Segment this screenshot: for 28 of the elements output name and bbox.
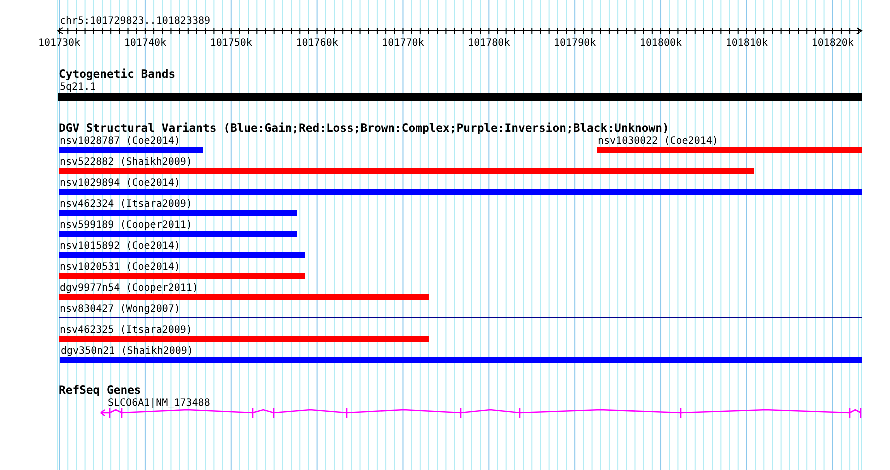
gene-label: SLCO6A1|NM_173488 xyxy=(108,398,210,409)
variant-label: nsv462324 (Itsara2009) xyxy=(60,199,192,210)
track-title: DGV Structural Variants (Blue:Gain;Red:Loss;Brown:Complex;Purple:Inversion;Black:Unknown) xyxy=(59,121,670,135)
tick-label: 101750k xyxy=(210,38,252,49)
tick-label: 101760k xyxy=(296,38,338,49)
variant-label: dgv9977n54 (Cooper2011) xyxy=(60,283,198,294)
variant-label: nsv1030022 (Coe2014) xyxy=(598,136,718,147)
variant-label: nsv830427 (Wong2007) xyxy=(60,304,180,315)
tick-label: 101770k xyxy=(382,38,424,49)
tick-label: 101800k xyxy=(640,38,682,49)
variant-label: nsv599189 (Cooper2011) xyxy=(60,220,192,231)
tick-label: 101730k xyxy=(38,38,81,49)
tick-label: 101790k xyxy=(554,38,596,49)
tick-label: 101810k xyxy=(726,38,768,49)
band-label: 5q21.1 xyxy=(60,82,96,93)
variant-label: dgv350n21 (Shaikh2009) xyxy=(61,346,194,357)
variant-label: nsv1028787 (Coe2014) xyxy=(60,136,180,147)
track-title: RefSeq Genes xyxy=(59,383,142,397)
tick-label: 101740k xyxy=(124,38,167,49)
variant-label: nsv1029894 (Coe2014) xyxy=(60,178,180,189)
variant-label: nsv462325 (Itsara2009) xyxy=(60,325,192,336)
variant-label: nsv1015892 (Coe2014) xyxy=(60,241,180,252)
track-title: Cytogenetic Bands xyxy=(59,67,176,81)
tick-label: 101820k xyxy=(812,38,854,49)
tick-label: 101780k xyxy=(468,38,510,49)
variant-label: nsv1020531 (Coe2014) xyxy=(60,262,180,273)
position-label: chr5:101729823..101823389 xyxy=(60,16,211,27)
variant-label: nsv522882 (Shaikh2009) xyxy=(60,157,192,168)
